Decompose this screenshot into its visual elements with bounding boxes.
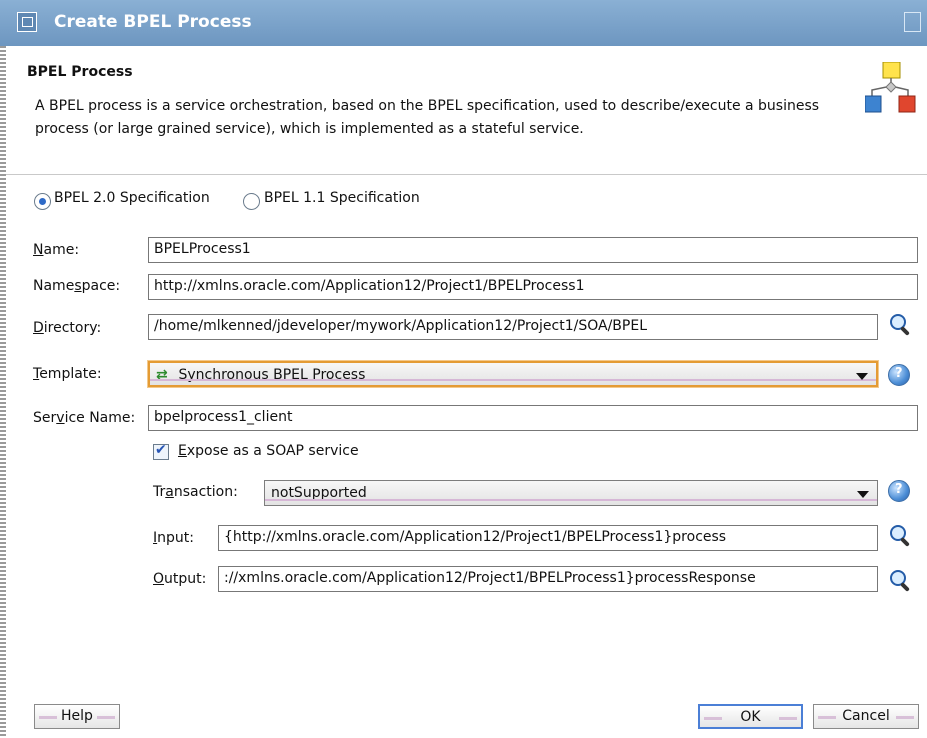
name-field[interactable]: BPELProcess1	[148, 237, 918, 263]
title-bar[interactable]: Create BPEL Process	[0, 0, 927, 47]
input-message-field[interactable]: {http://xmlns.oracle.com/Application12/P…	[218, 525, 878, 551]
expose-soap-label[interactable]: Expose as a SOAP service	[178, 443, 359, 459]
dialog-title: Create BPEL Process	[54, 12, 252, 32]
cancel-button[interactable]: Cancel	[813, 704, 919, 729]
template-select[interactable]: ⇄ Synchronous BPEL Process	[148, 361, 878, 387]
input-label: Input:	[153, 530, 194, 546]
help-button[interactable]: Help	[34, 704, 120, 729]
section-description: A BPEL process is a service orchestratio…	[35, 98, 820, 137]
search-icon[interactable]	[889, 524, 913, 548]
transaction-label: Transaction:	[153, 484, 238, 500]
search-icon[interactable]	[889, 569, 913, 593]
directory-field[interactable]: /home/mlkenned/jdeveloper/mywork/Applica…	[148, 314, 878, 340]
bpel-process-icon	[865, 62, 916, 113]
service-name-field[interactable]: bpelprocess1_client	[148, 405, 918, 431]
expose-soap-checkbox[interactable]	[153, 442, 169, 460]
name-label: Name:	[33, 242, 80, 258]
chevron-down-icon[interactable]	[856, 373, 868, 380]
template-label: Template:	[33, 366, 102, 382]
namespace-field[interactable]: http://xmlns.oracle.com/Application12/Pr…	[148, 274, 918, 300]
header-separator	[6, 174, 927, 175]
window-icon[interactable]	[17, 12, 37, 32]
namespace-label: Namespace:	[33, 278, 121, 294]
help-icon[interactable]	[888, 480, 910, 502]
service-name-label: Service Name:	[33, 410, 136, 426]
search-icon[interactable]	[889, 313, 913, 337]
bpel-1-1-radio[interactable]	[243, 193, 260, 210]
bpel-1-1-label[interactable]: BPEL 1.1 Specification	[264, 190, 420, 206]
help-icon[interactable]	[888, 364, 910, 386]
ok-button[interactable]: OK	[698, 704, 803, 729]
maximize-icon[interactable]	[904, 12, 921, 32]
directory-label: Directory:	[33, 320, 102, 336]
bpel-2-0-label[interactable]: BPEL 2.0 Specification	[54, 190, 210, 206]
section-heading: BPEL Process	[27, 64, 133, 80]
transaction-select[interactable]: notSupported	[264, 480, 878, 506]
output-message-field[interactable]: ://xmlns.oracle.com/Application12/Projec…	[218, 566, 878, 592]
chevron-down-icon[interactable]	[857, 491, 869, 498]
output-label: Output:	[153, 571, 207, 587]
bpel-2-0-radio[interactable]	[34, 193, 51, 210]
